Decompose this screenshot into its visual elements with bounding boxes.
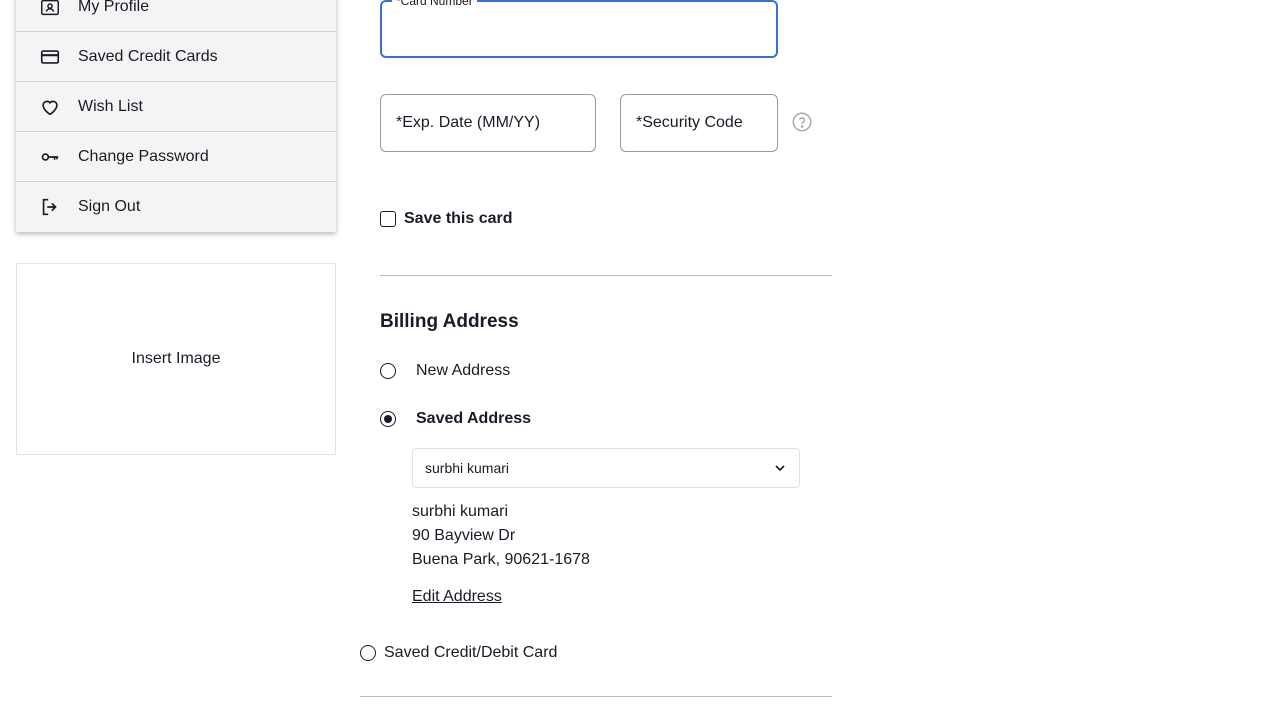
billing-address-title: Billing Address xyxy=(380,311,519,332)
section-divider xyxy=(360,696,832,697)
sidebar-item-sign-out[interactable]: Sign Out xyxy=(16,182,336,232)
save-card-label: Save this card xyxy=(404,210,513,227)
sidebar-item-label: Sign Out xyxy=(78,198,141,215)
sidebar-item-label: Wish List xyxy=(78,97,143,115)
card-number-field[interactable]: *Card Number xyxy=(380,0,778,58)
edit-address-link[interactable]: Edit Address xyxy=(412,588,502,606)
key-icon xyxy=(38,145,62,169)
image-placeholder: Insert Image xyxy=(16,263,336,455)
save-card-option[interactable]: Save this card xyxy=(380,210,513,228)
save-card-checkbox[interactable] xyxy=(380,211,396,227)
saved-address-select[interactable]: surbhi kumari xyxy=(412,448,800,488)
saved-card-label: Saved Credit/Debit Card xyxy=(384,644,558,661)
exp-date-placeholder: *Exp. Date (MM/YY) xyxy=(396,114,541,131)
heart-icon xyxy=(38,95,62,119)
sidebar-item-change-password[interactable]: Change Password xyxy=(16,132,336,182)
sidebar-item-label: My Profile xyxy=(78,0,150,15)
account-menu: My Profile Saved Credit Cards Wish List … xyxy=(16,0,336,232)
address-name: surbhi kumari xyxy=(412,503,509,520)
security-code-field[interactable]: *Security Code xyxy=(620,94,778,152)
saved-address-option[interactable]: Saved Address xyxy=(380,410,531,428)
address-line1: 90 Bayview Dr xyxy=(412,527,516,544)
saved-address-details: surbhi kumari 90 Bayview Dr Buena Park, … xyxy=(412,500,590,572)
profile-card-icon xyxy=(38,0,62,19)
credit-card-icon xyxy=(38,45,62,69)
sign-out-icon xyxy=(38,195,62,219)
security-code-placeholder: *Security Code xyxy=(636,114,743,131)
question-circle-icon[interactable] xyxy=(791,111,813,133)
saved-address-radio[interactable] xyxy=(380,411,396,427)
saved-card-radio[interactable] xyxy=(360,645,376,661)
sidebar-item-saved-credit-cards[interactable]: Saved Credit Cards xyxy=(16,32,336,82)
saved-card-option[interactable]: Saved Credit/Debit Card xyxy=(360,644,557,662)
sidebar-item-my-profile[interactable]: My Profile xyxy=(16,0,336,32)
saved-address-label: Saved Address xyxy=(416,410,532,427)
new-address-radio[interactable] xyxy=(380,363,396,379)
image-placeholder-label: Insert Image xyxy=(131,350,221,367)
new-address-option[interactable]: New Address xyxy=(380,362,510,380)
new-address-label: New Address xyxy=(416,362,511,379)
sidebar-item-label: Change Password xyxy=(78,147,209,165)
sidebar-item-wish-list[interactable]: Wish List xyxy=(16,82,336,132)
address-line2: Buena Park, 90621-1678 xyxy=(412,551,590,568)
card-number-input[interactable] xyxy=(382,2,776,56)
sidebar-item-label: Saved Credit Cards xyxy=(78,47,218,65)
exp-date-field[interactable]: *Exp. Date (MM/YY) xyxy=(380,94,596,152)
saved-address-select-value: surbhi kumari xyxy=(425,460,510,476)
section-divider xyxy=(380,275,832,276)
card-number-label: *Card Number xyxy=(392,0,477,8)
chevron-down-icon xyxy=(773,461,787,475)
